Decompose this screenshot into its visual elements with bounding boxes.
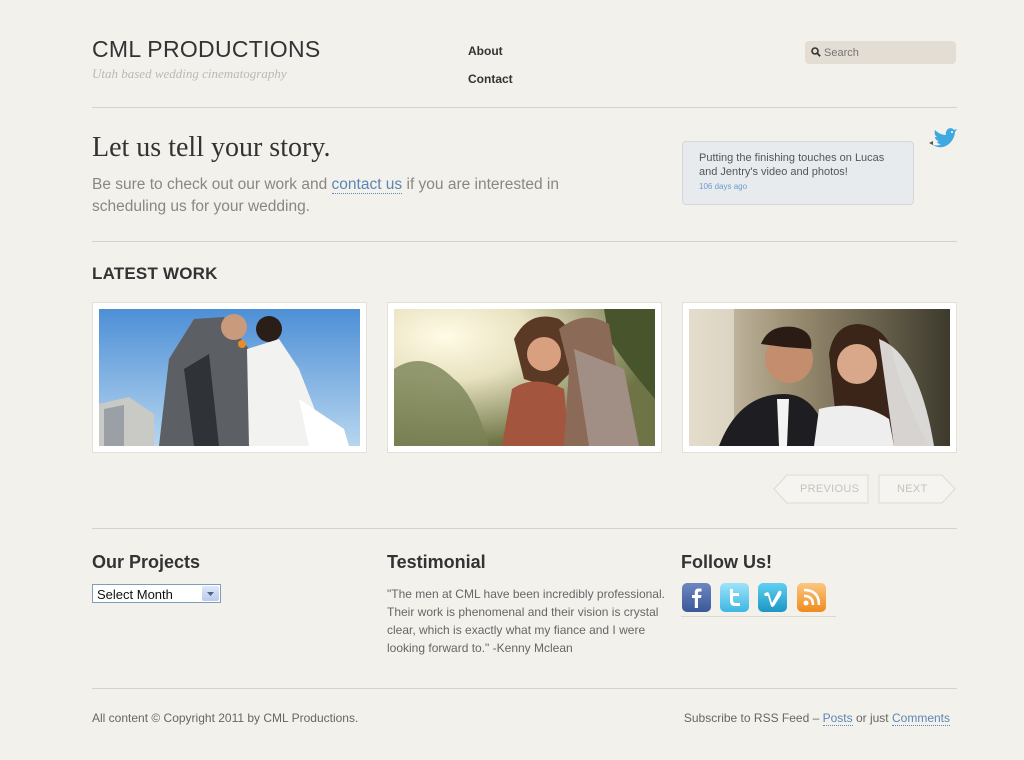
tweet-box: Putting the finishing touches on Lucas a… (682, 141, 914, 205)
divider (92, 107, 957, 108)
intro-text-before: Be sure to check out our work and (92, 176, 332, 193)
rss-subscribe: Subscribe to RSS Feed – Posts or just Co… (683, 711, 950, 726)
month-select-value: Select Month (97, 587, 173, 602)
page-wrapper: CML PRODUCTIONS Utah based wedding cinem… (92, 0, 957, 760)
follow-us-title: Follow Us! (681, 552, 772, 572)
divider (681, 616, 836, 617)
next-label: NEXT (897, 483, 928, 495)
divider (92, 528, 957, 529)
testimonial-title: Testimonial (387, 552, 486, 572)
work-thumbnail[interactable] (387, 302, 662, 453)
chevron-down-icon[interactable] (202, 586, 219, 601)
next-button[interactable]: NEXT (878, 474, 956, 504)
copyright-text: All content © Copyright 2011 by CML Prod… (92, 711, 359, 725)
month-select[interactable]: Select Month (92, 584, 221, 603)
latest-work-title: LATEST WORK (92, 264, 218, 283)
testimonial-quote: "The men at CML have been incredibly pro… (387, 587, 665, 655)
main-nav: About Contact (468, 44, 513, 100)
bride-groom-smiling-photo (689, 309, 950, 446)
search-icon (811, 47, 821, 57)
twitter-icon[interactable] (720, 583, 749, 612)
posts-feed-link[interactable]: Posts (822, 711, 853, 726)
comments-feed-link[interactable]: Comments (891, 711, 950, 726)
site-tagline: Utah based wedding cinematography (92, 66, 287, 81)
divider (92, 688, 957, 689)
tweet-time-link[interactable]: 106 days ago (699, 182, 903, 191)
nav-contact[interactable]: Contact (468, 72, 513, 100)
rss-prefix: Subscribe to RSS Feed – (683, 711, 823, 725)
work-thumbnail[interactable] (682, 302, 957, 453)
previous-button[interactable]: PREVIOUS (773, 474, 869, 504)
page-headline: Let us tell your story. (92, 132, 331, 163)
previous-label: PREVIOUS (800, 483, 860, 495)
wedding-couple-kissing-photo (99, 309, 360, 446)
tweet-text: Putting the finishing touches on Lucas a… (699, 152, 885, 178)
facebook-icon[interactable] (682, 583, 711, 612)
rss-icon[interactable] (797, 583, 826, 612)
nav-about[interactable]: About (468, 44, 513, 72)
couple-embracing-sunlight-photo (394, 309, 655, 446)
twitter-bird-icon[interactable] (928, 127, 958, 153)
search-input[interactable] (824, 41, 949, 64)
divider (92, 241, 957, 242)
site-title[interactable]: CML PRODUCTIONS (92, 36, 321, 63)
our-projects-title: Our Projects (92, 552, 201, 572)
site-logo[interactable]: CML PRODUCTIONS Utah based wedding cinem… (92, 36, 321, 82)
intro-text: Be sure to check out our work and contac… (92, 174, 632, 218)
contact-us-link[interactable]: contact us (331, 176, 403, 194)
work-thumbnail[interactable] (92, 302, 367, 453)
search-box[interactable] (805, 41, 956, 64)
vimeo-icon[interactable] (758, 583, 787, 612)
rss-middle: or just (852, 711, 892, 725)
